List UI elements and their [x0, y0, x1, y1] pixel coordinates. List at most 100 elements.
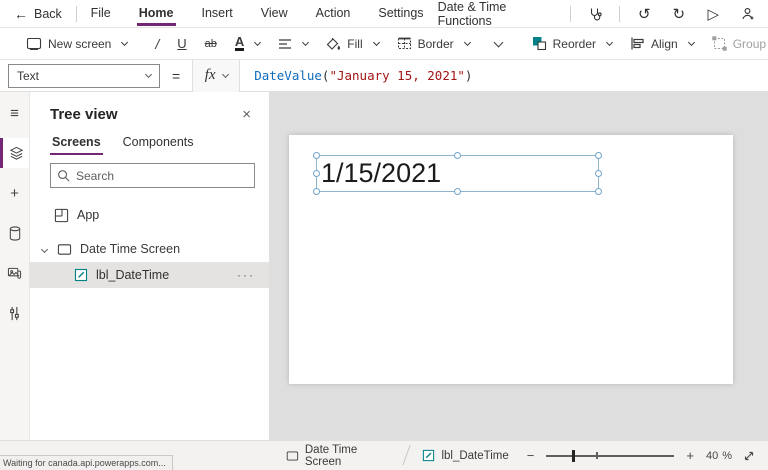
tree-item-app[interactable]: App — [30, 202, 269, 228]
browser-status-text: Waiting for canada.api.powerapps.com... — [0, 455, 173, 470]
main-region: ≡ + Tree view × Screens Components Searc… — [0, 92, 768, 440]
reorder-label: Reorder — [552, 36, 596, 51]
font-color-button[interactable]: A — [227, 31, 268, 57]
app-checker-icon[interactable] — [585, 2, 605, 26]
italic-button[interactable]: / — [147, 31, 167, 57]
fx-icon: fx — [204, 67, 216, 83]
bottom-tab-screen[interactable]: Date Time Screen — [270, 441, 406, 470]
resize-handle-nw[interactable] — [313, 152, 320, 159]
menu-item-action[interactable]: Action — [302, 0, 365, 28]
reorder-icon — [532, 37, 546, 51]
border-label: Border — [417, 36, 454, 51]
zoom-out-button[interactable]: − — [525, 448, 537, 463]
top-menubar: ← Back File Home Insert View Action Sett… — [0, 0, 768, 28]
border-button[interactable]: Border — [389, 31, 478, 57]
fit-to-window-icon[interactable] — [742, 449, 756, 463]
tree-item-label-control-name: lbl_DateTime — [96, 268, 170, 282]
screen-artboard[interactable]: 1/15/2021 — [289, 135, 733, 384]
hamburger-icon: ≡ — [10, 104, 19, 122]
bottom-tab-control[interactable]: lbl_DateTime — [406, 441, 524, 470]
more-formatting-button[interactable] — [480, 31, 512, 57]
label-control-icon — [423, 449, 435, 462]
app-icon — [54, 208, 69, 222]
group-button[interactable]: Group — [704, 31, 768, 57]
more-options-icon[interactable]: ··· — [237, 268, 255, 282]
chevron-down-icon — [372, 38, 380, 47]
strikethrough-button[interactable]: ab — [197, 31, 225, 57]
chevron-down-icon — [221, 70, 229, 79]
tab-screens[interactable]: Screens — [50, 131, 103, 155]
search-input[interactable] — [76, 168, 248, 183]
play-preview-icon[interactable]: ▷ — [703, 2, 723, 26]
resize-handle-se[interactable] — [595, 188, 602, 195]
label-control-icon — [74, 268, 88, 282]
underline-icon: U — [177, 36, 187, 51]
rail-hamburger-button[interactable]: ≡ — [0, 98, 29, 128]
fx-dropdown-button[interactable]: fx — [192, 59, 241, 92]
canvas-area[interactable]: 1/15/2021 — [270, 92, 768, 440]
selected-label-control[interactable]: 1/15/2021 — [313, 152, 602, 195]
redo-icon[interactable]: ↻ — [669, 2, 689, 26]
equals-sign: = — [172, 67, 181, 84]
back-button[interactable]: ← Back — [0, 6, 76, 22]
resize-handle-w[interactable] — [313, 169, 320, 177]
rail-advanced-tools-button[interactable] — [0, 298, 29, 328]
menu-item-view[interactable]: View — [247, 0, 302, 28]
menu-item-file[interactable]: File — [77, 0, 125, 28]
rail-data-button[interactable] — [0, 218, 29, 248]
new-screen-button[interactable]: New screen — [18, 31, 135, 57]
resize-handle-sw[interactable] — [313, 188, 320, 195]
tree-view-title: Tree view — [50, 106, 118, 123]
tab-components[interactable]: Components — [121, 131, 196, 155]
align-button[interactable]: Align — [622, 31, 702, 57]
tree-view-header: Tree view × — [30, 92, 269, 131]
share-person-icon[interactable] — [738, 2, 758, 26]
media-icon — [7, 267, 22, 279]
align-label: Align — [651, 36, 678, 51]
zoom-controls: − + 40 % — [525, 448, 768, 463]
formula-close-paren: ) — [464, 68, 473, 83]
resize-handle-e[interactable] — [595, 169, 602, 177]
bottom-tab-screen-label: Date Time Screen — [304, 443, 358, 468]
zoom-slider-thumb[interactable] — [571, 449, 576, 462]
rail-tree-view-button[interactable] — [0, 138, 29, 168]
resize-handle-n[interactable] — [453, 152, 461, 159]
resize-handle-ne[interactable] — [595, 152, 602, 159]
bottom-tab-control-label: lbl_DateTime — [441, 449, 509, 462]
group-icon — [711, 36, 727, 51]
chevron-down-icon[interactable] — [40, 245, 49, 253]
percent-sign: % — [722, 449, 732, 462]
breadcrumb-tabs: Date Time Screen lbl_DateTime — [270, 441, 525, 470]
menu-item-insert[interactable]: Insert — [188, 0, 247, 28]
search-box — [50, 163, 255, 188]
reorder-button[interactable]: Reorder — [524, 31, 620, 57]
menu-item-settings[interactable]: Settings — [364, 0, 437, 28]
formula-bar: Text = fx DateValue("January 15, 2021") — [0, 59, 768, 92]
zoom-slider[interactable] — [546, 449, 675, 462]
screen-icon — [26, 37, 42, 50]
fill-button[interactable]: Fill — [318, 31, 386, 57]
zoom-slider-tick — [596, 452, 598, 459]
layers-icon — [9, 146, 23, 160]
tree-item-label-control[interactable]: lbl_DateTime ··· — [30, 262, 269, 288]
chevron-down-icon — [121, 38, 129, 47]
formula-input[interactable]: DateValue("January 15, 2021") — [254, 68, 472, 83]
fill-label: Fill — [347, 36, 363, 51]
property-dropdown[interactable]: Text — [8, 63, 160, 88]
zoom-in-button[interactable]: + — [684, 448, 696, 463]
align-icon — [631, 37, 644, 50]
menu-item-home[interactable]: Home — [125, 0, 188, 28]
rail-media-button[interactable] — [0, 258, 29, 288]
resize-handle-s[interactable] — [453, 188, 461, 195]
left-rail: ≡ + — [0, 92, 30, 440]
text-align-button[interactable] — [270, 31, 316, 57]
chevron-down-icon — [605, 38, 614, 47]
chevron-down-icon — [144, 70, 153, 79]
title-divider-right — [619, 5, 621, 22]
underline-button[interactable]: U — [169, 31, 194, 57]
undo-icon[interactable]: ↺ — [634, 2, 654, 26]
close-icon[interactable]: × — [238, 106, 255, 123]
rail-insert-button[interactable]: + — [0, 178, 29, 208]
title-zone: Date & Time Functions ↺ ↻ ▷ — [438, 0, 768, 28]
tree-item-screen[interactable]: Date Time Screen — [30, 236, 269, 262]
